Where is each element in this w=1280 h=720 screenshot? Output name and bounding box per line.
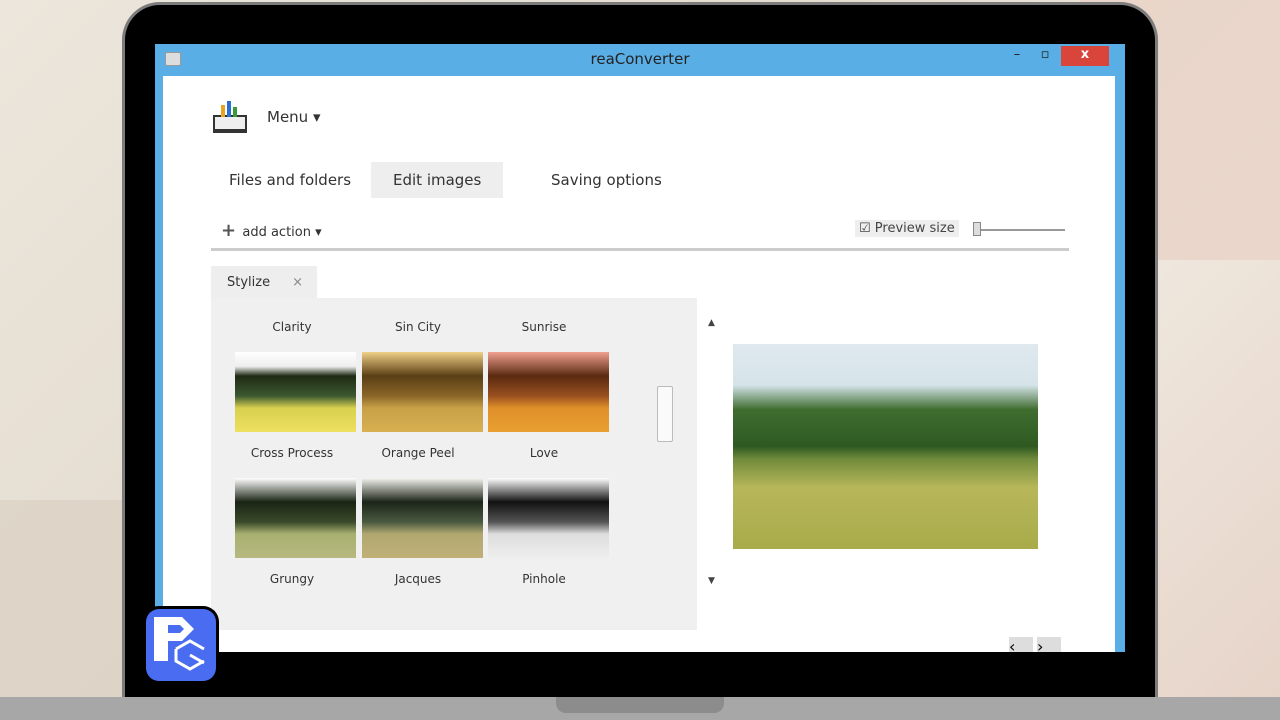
preview-size-slider[interactable] bbox=[975, 229, 1065, 231]
laptop-notch bbox=[556, 697, 724, 713]
app-window: reaConverter – ▫ x Menu ▾ Files and fold… bbox=[155, 44, 1125, 652]
background-shape bbox=[0, 500, 130, 720]
tab-saving-options[interactable]: Saving options bbox=[529, 162, 684, 198]
window-title: reaConverter bbox=[590, 50, 690, 68]
close-tab-icon[interactable]: × bbox=[292, 275, 303, 290]
filter-label: Cross Process bbox=[250, 446, 334, 460]
filter-thumb-cross-process[interactable] bbox=[235, 478, 356, 558]
menu-button[interactable]: Menu ▾ bbox=[267, 108, 320, 126]
filter-thumb-orange-peel[interactable] bbox=[362, 478, 483, 558]
tab-stylize[interactable]: Stylize × bbox=[211, 266, 317, 300]
checkbox-icon: ☑ bbox=[859, 221, 875, 236]
filter-label: Sunrise bbox=[521, 320, 567, 334]
add-action-button[interactable]: + add action ▾ bbox=[221, 220, 322, 241]
filter-label: Love bbox=[529, 446, 559, 460]
maximize-button[interactable]: ▫ bbox=[1033, 46, 1057, 66]
filter-thumb-sin-city[interactable] bbox=[362, 352, 483, 432]
filter-thumb-sunrise[interactable] bbox=[488, 352, 609, 432]
divider bbox=[211, 248, 1069, 251]
slider-handle[interactable] bbox=[973, 222, 981, 236]
add-action-label: add action ▾ bbox=[242, 225, 322, 240]
minimize-button[interactable]: – bbox=[1005, 46, 1029, 66]
preview-image bbox=[733, 344, 1038, 549]
plus-icon: + bbox=[221, 220, 243, 241]
filter-label: Clarity bbox=[272, 320, 312, 334]
scrollbar-thumb[interactable] bbox=[657, 386, 673, 442]
close-button[interactable]: x bbox=[1061, 46, 1109, 66]
filter-label: Orange Peel bbox=[381, 446, 455, 460]
scroll-up-button[interactable]: ▲ bbox=[708, 318, 715, 328]
preview-size-checkbox[interactable]: ☑ Preview size bbox=[855, 220, 959, 237]
prev-button[interactable]: ‹ bbox=[1009, 637, 1033, 652]
app-icon bbox=[165, 52, 181, 66]
filter-label: Pinhole bbox=[522, 572, 566, 586]
pcc-logo bbox=[143, 606, 219, 684]
tab-edit-images[interactable]: Edit images bbox=[371, 162, 504, 198]
preview-size-label: Preview size bbox=[874, 221, 955, 236]
tab-files-and-folders[interactable]: Files and folders bbox=[207, 162, 373, 198]
filter-label: Grungy bbox=[269, 572, 315, 586]
filter-gallery: Clarity Sin City Sunrise Cross Process O… bbox=[211, 298, 715, 630]
filter-label: Jacques bbox=[394, 572, 442, 586]
filter-thumb-clarity[interactable] bbox=[235, 352, 356, 432]
scroll-down-button[interactable]: ▼ bbox=[708, 576, 715, 586]
app-menu-icon[interactable] bbox=[211, 101, 249, 135]
stylize-label: Stylize bbox=[227, 275, 271, 290]
filter-label: Sin City bbox=[395, 320, 441, 334]
title-bar: reaConverter – ▫ x bbox=[155, 44, 1125, 76]
client-area: Menu ▾ Files and folders Edit images Sav… bbox=[163, 76, 1115, 652]
next-button[interactable]: › bbox=[1037, 637, 1061, 652]
filter-thumb-love[interactable] bbox=[488, 478, 609, 558]
